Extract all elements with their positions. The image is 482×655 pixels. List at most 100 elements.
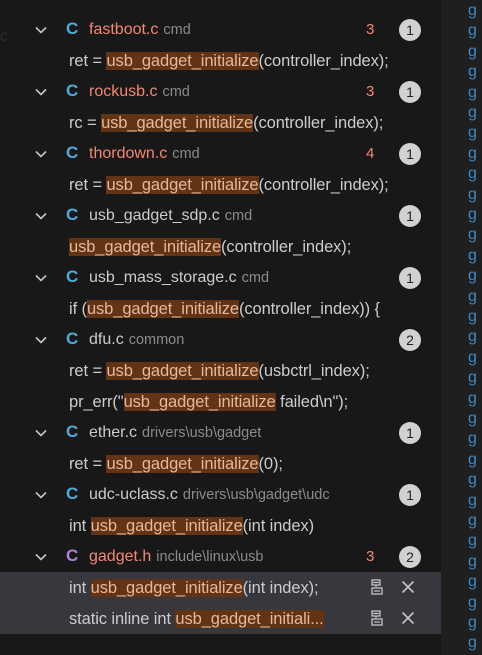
match-result-row[interactable]: rc = usb_gadget_initialize(controller_in… — [0, 107, 441, 138]
match-count-badge: 2 — [399, 329, 421, 351]
match-text: ret = usb_gadget_initialize(0); — [69, 453, 283, 475]
match-prefix: if ( — [69, 300, 87, 318]
chevron-down-icon[interactable] — [34, 23, 48, 37]
file-result-row[interactable]: Cthordown.c cmd 4 1 — [0, 138, 441, 169]
c-file-icon: C — [66, 422, 79, 441]
match-highlight: usb_gadget_initialize — [90, 517, 243, 535]
gutter-glyph: g — [468, 42, 477, 60]
file-result-row[interactable]: Cudc-uclass.c drivers\usb\gadget\udc 1 — [0, 479, 441, 510]
match-prefix: ret = — [69, 52, 107, 70]
match-text: int usb_gadget_initialize(int index) — [69, 515, 314, 537]
file-label: usb_mass_storage.c cmd — [89, 267, 269, 289]
match-highlight: usb_gadget_initialize — [123, 393, 276, 411]
file-name: fastboot.c — [89, 21, 159, 38]
file-name: gadget.h — [89, 548, 152, 565]
match-result-row[interactable]: static inline int usb_gadget_initiali... — [0, 603, 441, 634]
match-count-badge: 1 — [399, 143, 421, 165]
match-suffix: failed\n"); — [275, 393, 349, 411]
match-result-row[interactable]: if (usb_gadget_initialize(controller_ind… — [0, 293, 441, 324]
match-prefix: static inline int — [69, 610, 176, 628]
match-highlight: usb_gadget_initialize — [101, 114, 254, 132]
replace-icon[interactable] — [368, 609, 386, 627]
file-label: thordown.c cmd — [89, 143, 200, 165]
chevron-down-icon[interactable] — [34, 426, 48, 440]
gutter-glyph: g — [468, 491, 477, 509]
chevron-down-icon[interactable] — [34, 550, 48, 564]
gutter-glyph: g — [468, 614, 477, 631]
match-suffix: (0); — [258, 455, 283, 473]
chevron-down-icon[interactable] — [34, 271, 48, 285]
chevron-down-icon[interactable] — [34, 147, 48, 161]
change-count: 3 — [366, 21, 375, 38]
match-result-row[interactable]: usb_gadget_initialize(controller_index); — [0, 231, 441, 262]
match-suffix: (usbctrl_index); — [258, 362, 370, 380]
chevron-down-icon[interactable] — [34, 488, 48, 502]
gutter-glyph: g — [468, 22, 477, 40]
file-result-row[interactable]: Cusb_mass_storage.c cmd 1 — [0, 262, 441, 293]
match-highlight: usb_gadget_initialize — [86, 300, 239, 318]
gutter-glyph: g — [468, 124, 477, 142]
match-prefix: ret = — [69, 455, 107, 473]
gutter-glyph: g — [468, 471, 477, 489]
file-name: thordown.c — [89, 145, 168, 162]
gutter-glyph: g — [468, 430, 477, 448]
file-label: gadget.h include\linux\usb — [89, 546, 264, 568]
file-directory: cmd — [162, 84, 190, 100]
match-result-row[interactable]: ret = usb_gadget_initialize(controller_i… — [0, 169, 441, 200]
gutter-glyph: g — [468, 287, 477, 305]
search-results-panel: c Cfastboot.c cmd 3 1 ret = usb_gadget_initi… — [0, 0, 441, 655]
file-name: usb_mass_storage.c — [89, 269, 237, 286]
match-result-row[interactable]: pr_err("usb_gadget_initialize failed\n")… — [0, 386, 441, 417]
file-directory: cmd — [172, 146, 200, 162]
match-result-row[interactable]: ret = usb_gadget_initialize(controller_i… — [0, 45, 441, 76]
chevron-down-icon[interactable] — [34, 333, 48, 347]
match-result-row[interactable]: ret = usb_gadget_initialize(0); — [0, 448, 441, 479]
match-highlight: usb_gadget_initiali... — [175, 610, 324, 628]
c-file-icon: C — [66, 19, 79, 38]
file-directory: drivers\usb\gadget\udc — [182, 487, 330, 503]
c-file-icon: C — [66, 81, 79, 100]
gutter-glyph: g — [468, 389, 477, 407]
match-text: ret = usb_gadget_initialize(controller_i… — [69, 50, 389, 72]
c-file-icon: C — [66, 267, 79, 286]
match-highlight: usb_gadget_initialize — [106, 455, 259, 473]
match-text: int usb_gadget_initialize(int index); — [69, 577, 319, 599]
file-result-row[interactable]: Cusb_gadget_sdp.c cmd 1 — [0, 200, 441, 231]
change-count: 4 — [366, 145, 375, 162]
file-result-row[interactable]: Cdfu.c common 2 — [0, 324, 441, 355]
match-count-badge: 1 — [399, 205, 421, 227]
file-result-row[interactable]: Cfastboot.c cmd 3 1 — [0, 14, 441, 45]
match-prefix: rc = — [69, 114, 102, 132]
file-result-row[interactable]: Cgadget.h include\linux\usb 3 2 — [0, 541, 441, 572]
dismiss-result-icon[interactable] — [399, 578, 417, 596]
gutter-glyph: g — [468, 104, 477, 121]
file-directory: drivers\usb\gadget — [142, 425, 262, 441]
gutter-glyph: g — [468, 2, 477, 19]
file-label: ether.c drivers\usb\gadget — [89, 422, 261, 444]
replace-icon[interactable] — [368, 578, 386, 596]
chevron-down-icon[interactable] — [34, 85, 48, 99]
gutter-glyph: g — [468, 512, 477, 529]
match-highlight: usb_gadget_initialize — [106, 176, 259, 194]
match-suffix: (controller_index)) { — [238, 300, 380, 318]
dismiss-result-icon[interactable] — [399, 609, 417, 627]
file-name: usb_gadget_sdp.c — [89, 207, 220, 224]
file-result-row[interactable]: Crockusb.c cmd 3 1 — [0, 76, 441, 107]
match-result-row[interactable]: ret = usb_gadget_initialize(usbctrl_inde… — [0, 355, 441, 386]
gutter-glyph: g — [468, 206, 477, 223]
file-label: usb_gadget_sdp.c cmd — [89, 205, 252, 227]
match-suffix: (controller_index); — [253, 114, 384, 132]
file-label: udc-uclass.c drivers\usb\gadget\udc — [89, 484, 330, 506]
editor-gutter: gggggggggggggggggggggggggggggggg — [441, 0, 482, 655]
gutter-glyph: g — [468, 185, 477, 203]
chevron-down-icon[interactable] — [34, 209, 48, 223]
match-text: rc = usb_gadget_initialize(controller_in… — [69, 112, 383, 134]
match-text: ret = usb_gadget_initialize(usbctrl_inde… — [69, 360, 370, 382]
file-directory: cmd — [224, 208, 253, 224]
match-highlight: usb_gadget_initialize — [106, 362, 259, 380]
gutter-glyph: g — [468, 83, 477, 101]
match-result-row[interactable]: int usb_gadget_initialize(int index) — [0, 510, 441, 541]
file-result-row[interactable]: Cether.c drivers\usb\gadget 1 — [0, 417, 441, 448]
match-suffix: (controller_index); — [258, 52, 389, 70]
match-result-row[interactable]: int usb_gadget_initialize(int index); — [0, 572, 441, 603]
